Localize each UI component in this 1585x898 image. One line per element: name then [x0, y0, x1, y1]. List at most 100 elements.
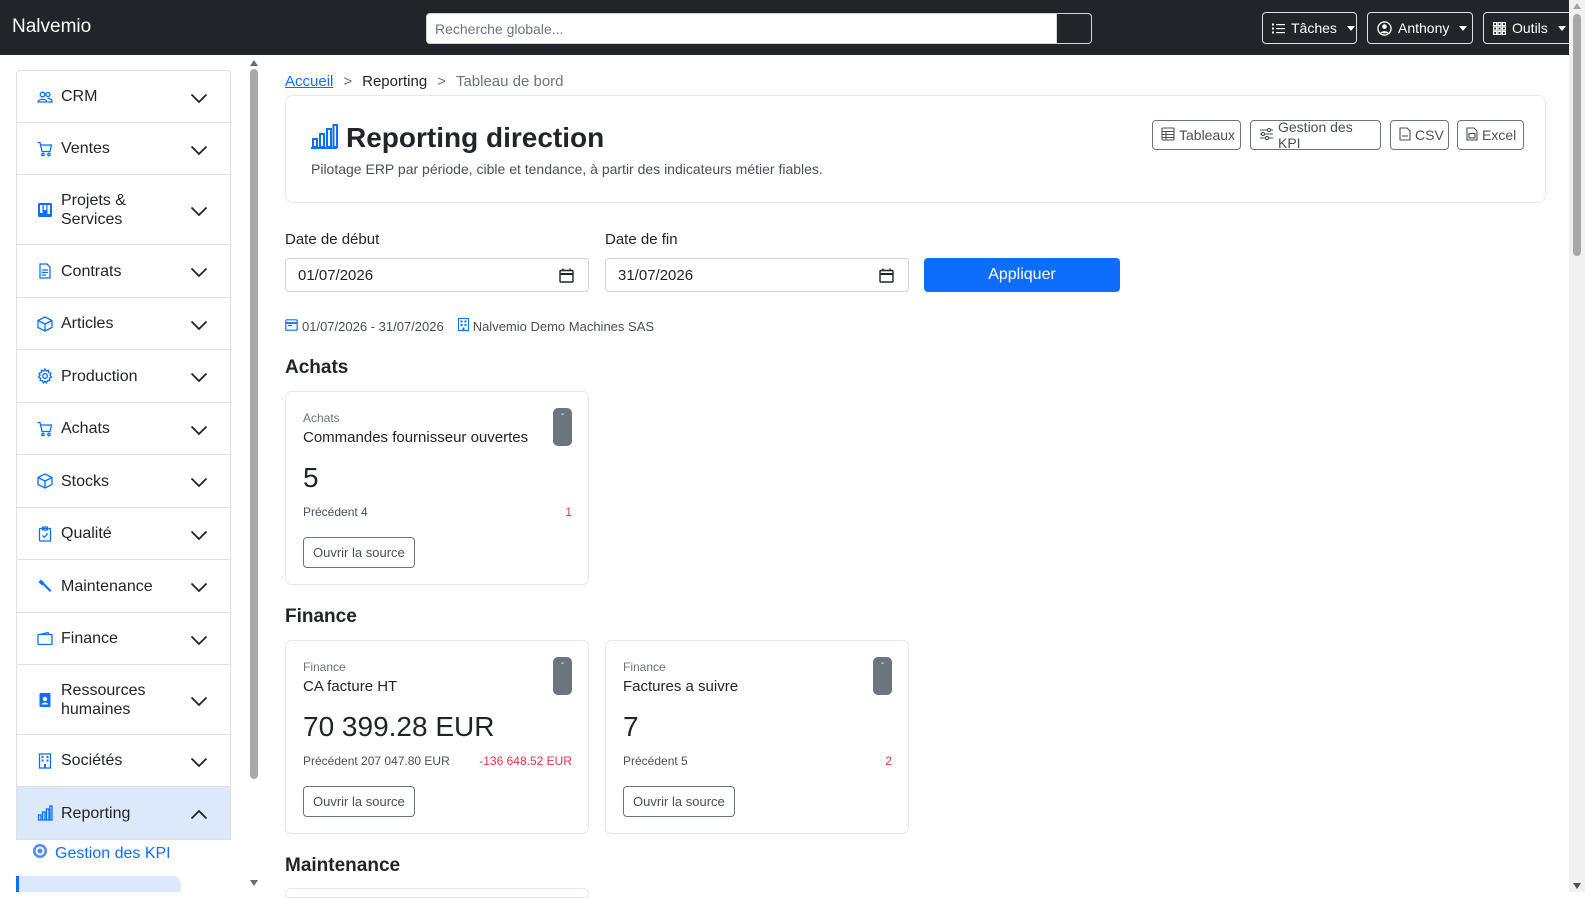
excel-export-button[interactable]: Excel [1457, 120, 1524, 150]
cart-icon [37, 141, 53, 157]
page-subtitle: Pilotage ERP par période, cible et tenda… [311, 161, 823, 177]
kpi-previous: Précédent 207 047.80 EUR [303, 754, 450, 768]
top-navbar: Nalvemio Tâches Anthony Outils [0, 0, 1585, 55]
section-title-maintenance: Maintenance [285, 855, 401, 876]
wrench-icon [37, 578, 53, 594]
sidebar-item-finance[interactable]: Finance [16, 613, 231, 665]
csv-export-button[interactable]: CSV [1390, 120, 1449, 150]
sidebar-item-maintenance[interactable]: Maintenance [16, 560, 231, 613]
building-icon [37, 752, 53, 769]
user-label: Anthony [1398, 20, 1450, 36]
chevron-down-icon [190, 265, 208, 283]
breadcrumb-home-link[interactable]: Accueil [285, 73, 333, 90]
page-header-card: Reporting direction Pilotage ERP par pér… [285, 95, 1546, 203]
kpi-name: CA facture HT [303, 678, 398, 695]
calendar-range-icon [285, 318, 298, 334]
tasks-dropdown[interactable]: Tâches [1262, 12, 1357, 44]
kpi-management-button[interactable]: Gestion des KPI [1250, 119, 1381, 151]
start-date-input[interactable]: 01/07/2026 [285, 258, 589, 292]
section-title-finance: Finance [285, 606, 357, 627]
sidebar-item-label: Stocks [61, 472, 110, 490]
period-text: 01/07/2026 - 31/07/2026 [302, 318, 444, 334]
sidebar-item-production[interactable]: Production [16, 350, 231, 403]
sidebar-subitem-active[interactable] [16, 876, 181, 892]
box-icon [37, 315, 53, 332]
kpi-delta: 1 [565, 505, 572, 519]
bar-chart-icon [310, 124, 338, 154]
tools-label: Outils [1512, 20, 1548, 36]
users-icon [37, 89, 53, 105]
brand-logo[interactable]: Nalvemio [12, 16, 91, 38]
kpi-card: Finance CA facture HT - 70 399.28 EUR Pr… [285, 640, 589, 834]
csv-label: CSV [1415, 127, 1444, 143]
breadcrumb: Accueil > Reporting > Tableau de bord [285, 73, 564, 90]
sliders-icon [1259, 127, 1274, 144]
kpi-name: Commandes fournisseur ouvertes [303, 429, 529, 446]
scroll-up-arrow-icon[interactable] [250, 60, 258, 66]
sidebar-item-label: Maintenance [61, 577, 153, 595]
caret-down-icon [1346, 25, 1355, 31]
end-date-input[interactable]: 31/07/2026 [605, 258, 909, 292]
open-source-button[interactable]: Ouvrir la source [623, 786, 735, 817]
sidebar-scrollbar[interactable] [247, 55, 261, 892]
open-source-button[interactable]: Ouvrir la source [303, 537, 415, 568]
sidebar-item-stocks[interactable]: Stocks [16, 455, 231, 508]
scroll-up-arrow-icon[interactable] [1573, 3, 1581, 9]
breadcrumb-section: Reporting [362, 73, 428, 90]
kpi-card: Achats Commandes fournisseur ouvertes - … [285, 391, 589, 585]
trend-badge: - [553, 408, 572, 446]
user-dropdown[interactable]: Anthony [1367, 12, 1473, 44]
chevron-down-icon [190, 423, 208, 441]
kpi-management-label: Gestion des KPI [1278, 119, 1353, 151]
calendar-icon[interactable] [879, 268, 894, 287]
bar-chart-icon [37, 805, 53, 821]
sidebar-item-reporting[interactable]: Reporting [16, 787, 231, 840]
chevron-down-icon [190, 528, 208, 546]
sidebar-item-articles[interactable]: Articles [16, 298, 231, 350]
period-meta: 01/07/2026 - 31/07/2026 Nalvemio Demo Ma… [285, 317, 654, 334]
scrollbar-thumb[interactable] [250, 69, 258, 779]
sidebar-item-ventes[interactable]: Ventes [16, 123, 231, 175]
calendar-icon[interactable] [559, 268, 574, 287]
page-title: Reporting direction [346, 122, 605, 153]
sidebar-item-crm[interactable]: CRM [16, 70, 231, 123]
sidebar-subitem-kpi[interactable]: Gestion des KPI [32, 843, 171, 864]
kpi-delta: -136 648.52 EUR [479, 754, 572, 768]
sidebar-item-projets[interactable]: Projets & Services [16, 175, 231, 245]
boards-button[interactable]: Tableaux [1152, 120, 1241, 150]
sidebar-item-label: CRM [61, 88, 98, 105]
scroll-down-arrow-icon[interactable] [250, 880, 258, 886]
sidebar-subitem-label: Gestion des KPI [55, 844, 171, 862]
list-icon [1272, 23, 1285, 34]
kpi-category: Finance [623, 660, 666, 674]
search-button[interactable] [1057, 13, 1092, 44]
open-source-button[interactable]: Ouvrir la source [303, 786, 415, 817]
page-scrollbar[interactable] [1569, 0, 1585, 892]
tools-dropdown[interactable]: Outils [1483, 12, 1573, 44]
sidebar-item-achats[interactable]: Achats [16, 403, 231, 455]
sidebar-item-contrats[interactable]: Contrats [16, 245, 231, 298]
chevron-down-icon [190, 370, 208, 388]
gear-icon [37, 368, 53, 384]
kpi-previous: Précédent 5 [623, 754, 688, 768]
breadcrumb-current: Tableau de bord [455, 73, 564, 90]
person-badge-icon [37, 692, 53, 708]
building-icon [457, 317, 469, 334]
sidebar-item-societes[interactable]: Sociétés [16, 735, 231, 787]
sidebar-item-qualite[interactable]: Qualité [16, 508, 231, 560]
kpi-delta: 2 [885, 754, 892, 768]
end-date-value: 31/07/2026 [618, 266, 694, 284]
start-date-value: 01/07/2026 [298, 266, 374, 284]
scrollbar-thumb[interactable] [1573, 14, 1581, 256]
chevron-up-icon [190, 807, 208, 825]
apply-button[interactable]: Appliquer [924, 258, 1120, 292]
chevron-down-icon [190, 204, 208, 222]
kpi-card [285, 888, 589, 898]
scroll-down-arrow-icon[interactable] [1573, 883, 1581, 889]
file-csv-icon [1399, 126, 1411, 144]
sidebar-item-rh[interactable]: Ressources humaines [16, 665, 231, 735]
sidebar-item-label: Finance [61, 630, 118, 647]
sidebar: CRM Ventes Projets & Services Contrats A… [16, 70, 231, 892]
search-input[interactable] [426, 13, 1057, 44]
boards-label: Tableaux [1179, 127, 1236, 143]
